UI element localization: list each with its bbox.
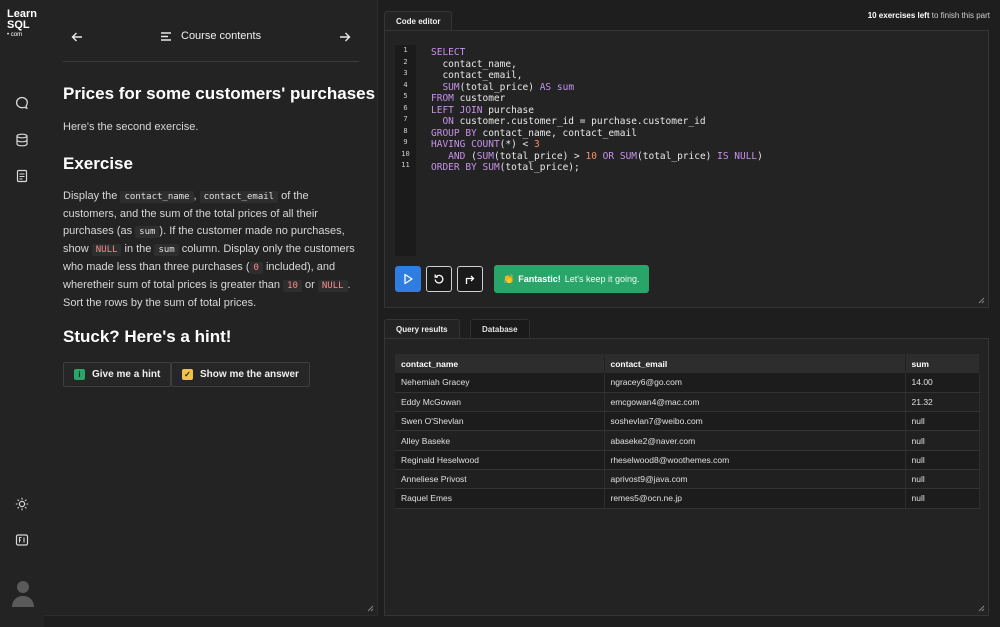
resize-handle-icon[interactable] (978, 605, 985, 612)
toast-text: Let's keep it going. (564, 274, 640, 284)
code-editor-panel: 1 2 3 4 5 6 7 8 9 10 11 SELECT contact_name, conta… (384, 30, 989, 308)
column-header: sum (905, 354, 980, 373)
line-number-gutter: 1 2 3 4 5 6 7 8 9 10 11 (395, 45, 416, 256)
table-row: Reginald Heselwood rheselwood8@woothemes.… (395, 450, 980, 470)
exercise-heading: Exercise (63, 154, 133, 173)
learnsql-logo[interactable]: Learn SQL • com (7, 9, 37, 39)
lesson-panel: Course contents Prices for some customer… (44, 0, 378, 616)
table-row: Anneliese Privost aprivost9@java.com null (395, 469, 980, 490)
clap-icon: 👏 (503, 273, 515, 284)
resize-handle-icon[interactable] (367, 605, 374, 612)
logo-line-3: • com (7, 32, 23, 38)
stuck-heading: Stuck? Here's a hint! (63, 327, 232, 346)
success-toast: 👏 Fantastic! Let's keep it going. (494, 265, 649, 293)
exercise-instructions: Display the contact_name, contact_email … (63, 190, 355, 309)
tab-query-results[interactable]: Query results (384, 319, 460, 339)
next-arrow-icon[interactable] (334, 26, 356, 48)
column-header: contact_name (395, 354, 605, 373)
database-icon[interactable] (13, 131, 31, 149)
chat-icon[interactable] (13, 94, 31, 112)
toast-bold-text: Fantastic! (518, 274, 561, 284)
theme-sun-icon[interactable] (13, 495, 31, 513)
results-table: contact_name contact_email sum Nehemiah … (395, 354, 980, 509)
next-exercise-button[interactable] (457, 266, 483, 292)
exercise-title: Prices for some customers' purchases (63, 84, 376, 103)
table-row: Alley Baseke abaseke2@naver.com null (395, 430, 980, 451)
show-answer-button[interactable]: ✓ Show me the answer (171, 362, 310, 387)
sql-code-area[interactable]: SELECT contact_name, contact_email, SUM(… (431, 47, 763, 174)
table-row: Swen O'Shevlan soshevlan7@weibo.com null (395, 411, 980, 432)
table-row: Nehemiah Gracey ngracey6@go.com 14.00 (395, 373, 980, 393)
resize-handle-icon[interactable] (978, 297, 985, 304)
course-contents-button[interactable]: Course contents (160, 30, 261, 42)
give-hint-button[interactable]: i Give me a hint (63, 362, 172, 387)
course-contents-label: Course contents (181, 30, 262, 42)
show-answer-label: Show me the answer (200, 369, 299, 380)
play-icon (404, 273, 413, 285)
exercises-left-info: 10 exercises left to finish this part (867, 11, 990, 20)
give-hint-label: Give me a hint (92, 369, 161, 380)
left-rail: Learn SQL • com (0, 0, 44, 627)
table-row: Eddy McGowan emcgowan4@mac.com 21.32 (395, 392, 980, 413)
forward-arrow-icon (465, 275, 475, 284)
column-header: contact_email (604, 354, 906, 373)
tab-code-editor[interactable]: Code editor (384, 11, 453, 31)
previous-arrow-icon[interactable] (66, 26, 88, 48)
info-icon: i (74, 369, 85, 380)
keyboard-shortcuts-icon[interactable] (13, 531, 31, 549)
reset-icon (434, 274, 444, 284)
exercise-intro: Here's the second exercise. (63, 121, 199, 133)
logo-line-2: SQL (7, 19, 30, 31)
tab-database[interactable]: Database (470, 319, 530, 339)
notes-icon[interactable] (13, 167, 31, 185)
reset-code-button[interactable] (426, 266, 452, 292)
checkbox-icon: ✓ (182, 369, 193, 380)
menu-lines-icon (161, 31, 171, 41)
run-query-button[interactable] (395, 266, 421, 292)
table-row: Raquel Emes remes5@ocn.ne.jp null (395, 488, 980, 509)
query-results-panel: contact_name contact_email sum Nehemiah … (384, 338, 989, 616)
lesson-navigation: Course contents (63, 18, 359, 62)
avatar[interactable] (10, 578, 36, 608)
